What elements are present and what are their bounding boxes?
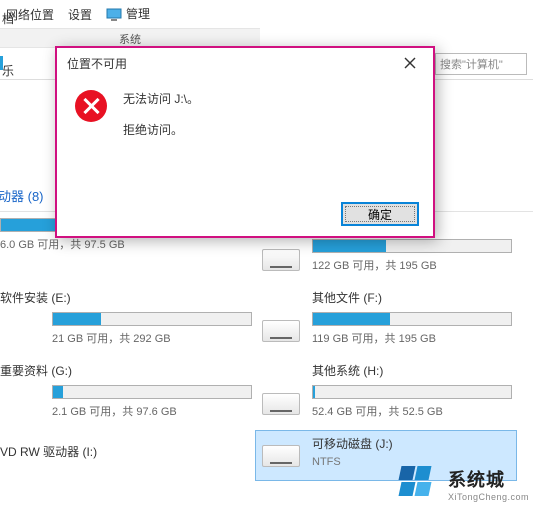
- drive-label: 其他系统 (H:): [312, 362, 512, 379]
- usage-bar: [312, 312, 512, 326]
- monitor-icon: [106, 7, 122, 23]
- usage-bar: [312, 239, 512, 253]
- drive-h[interactable]: 其他系统 (H:) 52.4 GB 可用，共 52.5 GB: [256, 358, 516, 431]
- ribbon-manage[interactable]: 管理: [106, 5, 150, 23]
- usage-bar: [52, 385, 252, 399]
- dialog-title: 位置不可用: [67, 55, 127, 72]
- hdd-icon: [260, 239, 304, 271]
- drive-g[interactable]: 重要资料 (G:) 2.1 GB 可用，共 97.6 GB: [0, 358, 256, 431]
- drive-stat: 21 GB 可用，共 292 GB: [52, 330, 252, 346]
- removable-drive-icon: [260, 435, 304, 467]
- drive-stat: 52.4 GB 可用，共 52.5 GB: [312, 403, 512, 419]
- drive-e[interactable]: 软件安装 (E:) 21 GB 可用，共 292 GB: [0, 285, 256, 358]
- close-button[interactable]: [395, 52, 425, 74]
- sidebar: 档 乐: [0, 10, 36, 98]
- drive-label: 可移动磁盘 (J:): [312, 435, 512, 452]
- watermark-url: XiTongCheng.com: [448, 492, 529, 502]
- drive-label: 软件安装 (E:): [0, 289, 252, 306]
- drive-label: VD RW 驱动器 (I:): [0, 443, 252, 460]
- drive-stat: 2.1 GB 可用，共 97.6 GB: [52, 403, 252, 419]
- usage-bar: [52, 312, 252, 326]
- sidebar-item[interactable]: 档: [0, 10, 36, 28]
- dialog-message-1: 无法访问 J:\。: [123, 88, 199, 111]
- watermark: 系统城 XiTongCheng.com: [398, 462, 529, 506]
- drive-stat: 119 GB 可用，共 195 GB: [312, 330, 512, 346]
- error-icon: [75, 90, 107, 122]
- sidebar-item[interactable]: 乐: [0, 62, 36, 80]
- search-input[interactable]: 搜索"计算机": [435, 53, 527, 75]
- ribbon-bar: 网络位置 设置 管理: [0, 0, 533, 28]
- ribbon-settings[interactable]: 设置: [68, 6, 92, 23]
- drive-label: 重要资料 (G:): [0, 362, 252, 379]
- drive-label: 其他文件 (F:): [312, 289, 512, 306]
- hdd-icon: [260, 310, 304, 342]
- dialog-titlebar[interactable]: 位置不可用: [57, 48, 433, 78]
- close-icon: [404, 57, 416, 69]
- drive-stat: 122 GB 可用，共 195 GB: [312, 257, 512, 273]
- drive-optical[interactable]: VD RW 驱动器 (I:): [0, 431, 256, 480]
- drive-f[interactable]: 其他文件 (F:) 119 GB 可用，共 195 GB: [256, 285, 516, 358]
- ribbon-group-label: 系统: [0, 28, 260, 48]
- error-dialog: 位置不可用 无法访问 J:\。 拒绝访问。 确定: [55, 46, 435, 238]
- drive-stat: 6.0 GB 可用，共 97.5 GB: [0, 236, 252, 252]
- ok-button[interactable]: 确定: [341, 202, 419, 226]
- usage-bar: [312, 385, 512, 399]
- hdd-icon: [260, 383, 304, 415]
- dialog-message-2: 拒绝访问。: [123, 119, 199, 142]
- watermark-logo-icon: [398, 462, 442, 506]
- watermark-brand: 系统城: [448, 466, 529, 492]
